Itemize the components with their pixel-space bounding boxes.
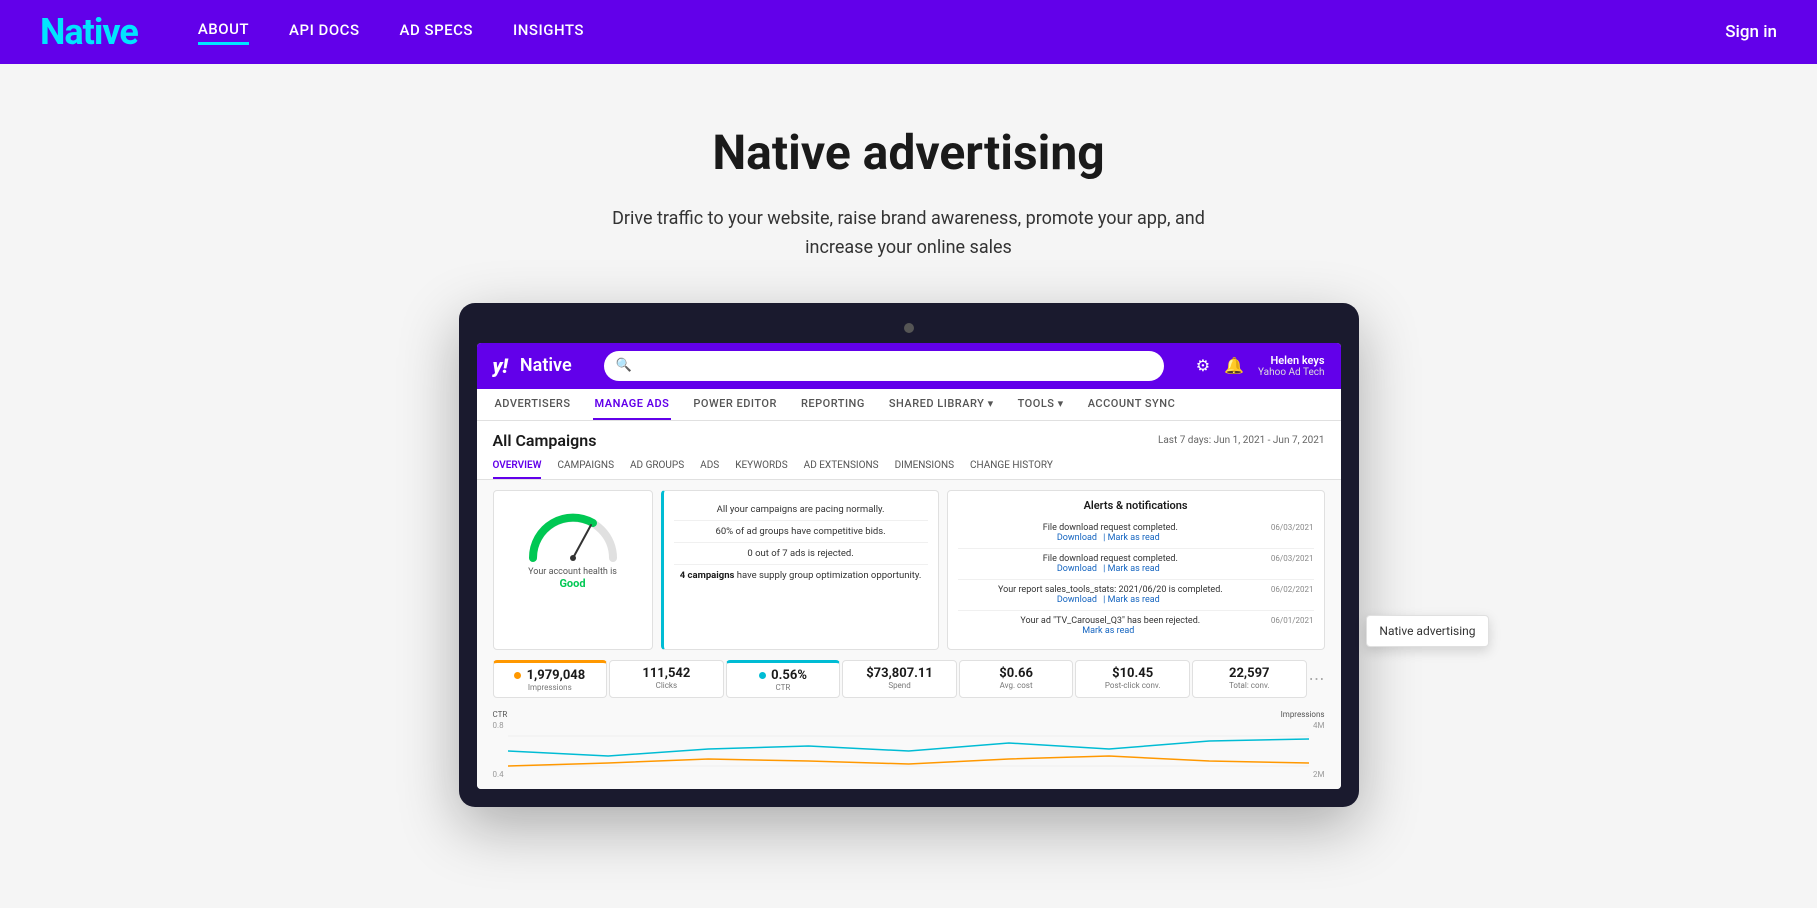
nav-ad-specs[interactable]: AD SPECS — [400, 21, 473, 43]
gauge-chart — [523, 503, 623, 563]
ctr-label: CTR — [737, 683, 830, 692]
metric-total-conv[interactable]: 22,597 Total: conv. — [1192, 660, 1307, 698]
chart-labels: CTR Impressions — [493, 710, 1325, 719]
campaign-tabs: OVERVIEW CAMPAIGNS AD GROUPS ADS KEYWORD… — [477, 454, 1341, 480]
device-top — [477, 323, 1341, 333]
device-camera — [904, 323, 914, 333]
screenshot-container: y! Native 🔍 ⚙ 🔔 Helen keys Yahoo Ad Tech — [459, 303, 1359, 807]
y-axis-top-right: 4M — [1313, 721, 1324, 730]
total-conv-label: Total: conv. — [1203, 681, 1296, 690]
tab-change-history[interactable]: CHANGE HISTORY — [970, 454, 1053, 479]
notif-mark-read-1[interactable]: Mark as read — [1108, 533, 1160, 543]
notification-icon[interactable]: 🔔 — [1224, 356, 1244, 375]
tab-ad-extensions[interactable]: AD EXTENSIONS — [804, 454, 879, 479]
spend-label: Spend — [853, 681, 946, 690]
tab-dimensions[interactable]: DIMENSIONS — [895, 454, 954, 479]
search-icon: 🔍 — [616, 358, 632, 373]
alerts-panel: All your campaigns are pacing normally. … — [661, 490, 939, 650]
logo[interactable]: Native — [40, 11, 138, 53]
main-nav: ABOUT API DOCS AD SPECS INSIGHTS — [198, 20, 584, 45]
app-nav-account-sync[interactable]: ACCOUNT SYNC — [1086, 389, 1178, 420]
app-header: y! Native 🔍 ⚙ 🔔 Helen keys Yahoo Ad Tech — [477, 343, 1341, 389]
metric-more-button[interactable]: ⋯ — [1309, 660, 1325, 698]
health-label: Your account health is — [528, 567, 617, 577]
main-header: Native ABOUT API DOCS AD SPECS INSIGHTS … — [0, 0, 1817, 64]
app-nav: ADVERTISERS MANAGE ADS POWER EDITOR REPO… — [477, 389, 1341, 421]
app-nav-reporting[interactable]: REPORTING — [799, 389, 867, 420]
notif-download-2[interactable]: Download — [1057, 564, 1097, 574]
notif-item-3: Your report sales_tools_stats: 2021/06/2… — [958, 580, 1314, 611]
chart-svg — [508, 721, 1309, 781]
settings-icon[interactable]: ⚙ — [1196, 356, 1210, 375]
app-screen: y! Native 🔍 ⚙ 🔔 Helen keys Yahoo Ad Tech — [477, 343, 1341, 789]
user-info: Helen keys Yahoo Ad Tech — [1258, 354, 1324, 378]
hero-section: Native advertising Drive traffic to your… — [0, 64, 1817, 837]
user-name: Helen keys — [1258, 354, 1324, 367]
signin-button[interactable]: Sign in — [1725, 22, 1777, 42]
chart-right-label: Impressions — [1281, 710, 1325, 719]
chart-left-label: CTR — [493, 710, 508, 719]
notif-download-1[interactable]: Download — [1057, 533, 1097, 543]
metrics-row: 1,979,048 Impressions 111,542 Clicks 0.5… — [477, 660, 1341, 704]
alert-item-4: 4 campaigns have supply group optimizati… — [674, 565, 928, 586]
app-nav-advertisers[interactable]: ADVERTISERS — [493, 389, 573, 420]
metric-spend[interactable]: $73,807.11 Spend — [842, 660, 957, 698]
notif-item-2: File download request completed. Downloa… — [958, 549, 1314, 580]
notif-item-4: Your ad "TV_Carousel_Q3" has been reject… — [958, 611, 1314, 641]
tab-ads[interactable]: ADS — [700, 454, 719, 479]
metric-clicks[interactable]: 111,542 Clicks — [609, 660, 724, 698]
y-axis-bottom-right: 2M — [1313, 770, 1324, 779]
metric-avg-cost[interactable]: $0.66 Avg. cost — [959, 660, 1074, 698]
hero-title: Native advertising — [20, 124, 1797, 181]
tab-ad-groups[interactable]: AD GROUPS — [630, 454, 684, 479]
app-nav-tools[interactable]: TOOLS ▾ — [1016, 389, 1066, 420]
alert-item-2: 60% of ad groups have competitive bids. — [674, 521, 928, 543]
campaign-title: All Campaigns — [493, 431, 597, 450]
notifications-panel: Alerts & notifications File download req… — [947, 490, 1325, 650]
app-nav-shared-library[interactable]: SHARED LIBRARY ▾ — [887, 389, 996, 420]
clicks-label: Clicks — [620, 681, 713, 690]
avg-cost-label: Avg. cost — [970, 681, 1063, 690]
notif-mark-read-3[interactable]: Mark as read — [1108, 595, 1160, 605]
tab-overview[interactable]: OVERVIEW — [493, 454, 542, 479]
impressions-label: Impressions — [504, 683, 597, 692]
metric-ctr[interactable]: 0.56% CTR — [726, 660, 841, 698]
metric-impressions[interactable]: 1,979,048 Impressions — [493, 660, 608, 698]
notif-mark-read-4[interactable]: Mark as read — [1082, 626, 1134, 636]
hero-subtitle: Drive traffic to your website, raise bra… — [589, 205, 1229, 263]
y-axis-top-left: 0.8 — [493, 721, 504, 730]
y-axis-bottom-left: 0.4 — [493, 770, 504, 779]
date-range: Last 7 days: Jun 1, 2021 - Jun 7, 2021 — [1158, 435, 1325, 446]
notif-item-1: File download request completed. Downloa… — [958, 518, 1314, 549]
main-content: Your account health is Good All your cam… — [477, 480, 1341, 660]
nav-api-docs[interactable]: API DOCS — [289, 21, 360, 43]
app-logo-text: Native — [520, 355, 572, 376]
app-search-bar[interactable]: 🔍 — [604, 351, 1164, 381]
health-panel: Your account health is Good — [493, 490, 653, 650]
app-header-right: ⚙ 🔔 Helen keys Yahoo Ad Tech — [1196, 354, 1325, 378]
post-click-label: Post-click conv. — [1086, 681, 1179, 690]
notif-download-3[interactable]: Download — [1057, 595, 1097, 605]
chart-area: CTR Impressions 0.8 0.4 — [477, 704, 1341, 789]
alert-item-1: All your campaigns are pacing normally. — [674, 499, 928, 521]
app-nav-power-editor[interactable]: POWER EDITOR — [691, 389, 779, 420]
ctr-dot — [759, 672, 766, 679]
notifications-title: Alerts & notifications — [958, 499, 1314, 512]
user-sub: Yahoo Ad Tech — [1258, 367, 1324, 378]
nav-insights[interactable]: INSIGHTS — [513, 21, 584, 43]
app-nav-manage-ads[interactable]: MANAGE ADS — [593, 389, 672, 420]
impressions-dot — [514, 672, 521, 679]
native-advertising-tooltip: Native advertising — [1366, 615, 1488, 647]
device-frame: y! Native 🔍 ⚙ 🔔 Helen keys Yahoo Ad Tech — [459, 303, 1359, 807]
yahoo-logo-icon: y! — [493, 354, 508, 378]
health-value: Good — [559, 577, 585, 590]
nav-about[interactable]: ABOUT — [198, 20, 249, 45]
tab-keywords[interactable]: KEYWORDS — [735, 454, 787, 479]
notif-mark-read-2[interactable]: Mark as read — [1108, 564, 1160, 574]
alert-item-3: 0 out of 7 ads is rejected. — [674, 543, 928, 565]
tab-campaigns[interactable]: CAMPAIGNS — [557, 454, 614, 479]
campaign-header: All Campaigns Last 7 days: Jun 1, 2021 -… — [477, 421, 1341, 454]
metric-post-click[interactable]: $10.45 Post-click conv. — [1075, 660, 1190, 698]
